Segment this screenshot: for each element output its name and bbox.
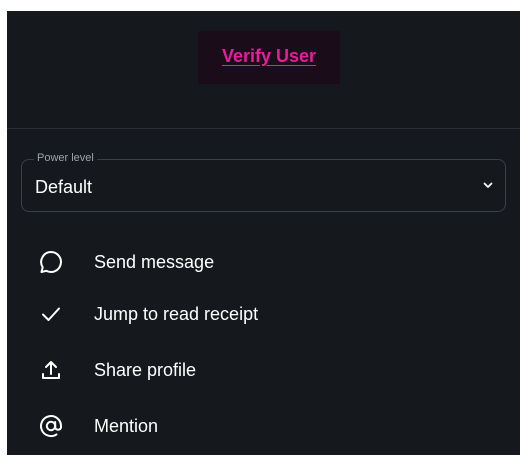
mention-label: Mention	[94, 415, 159, 436]
verify-user-highlight: Verify User	[198, 31, 340, 84]
jump-to-read-receipt-label: Jump to read receipt	[94, 303, 259, 324]
share-profile-button[interactable]: Share profile	[37, 350, 497, 390]
send-message-label: Send message	[94, 251, 215, 272]
chat-bubble-icon	[37, 248, 65, 276]
section-divider	[7, 128, 520, 129]
share-upload-icon	[37, 356, 65, 384]
share-profile-label: Share profile	[94, 359, 197, 380]
power-level-label: Power level	[34, 152, 97, 164]
chevron-down-icon	[483, 182, 493, 188]
send-message-button[interactable]: Send message	[37, 242, 497, 282]
at-sign-icon	[37, 412, 65, 440]
mention-button[interactable]: Mention	[37, 406, 497, 446]
jump-to-read-receipt-button[interactable]: Jump to read receipt	[37, 294, 497, 334]
power-level-value: Default	[35, 177, 93, 197]
power-level-select[interactable]: Power level Default	[21, 152, 506, 212]
verify-user-link[interactable]: Verify User	[198, 46, 340, 67]
checkmark-icon	[37, 300, 65, 328]
user-info-panel: Verify User Power level Default Send mes…	[7, 11, 520, 455]
